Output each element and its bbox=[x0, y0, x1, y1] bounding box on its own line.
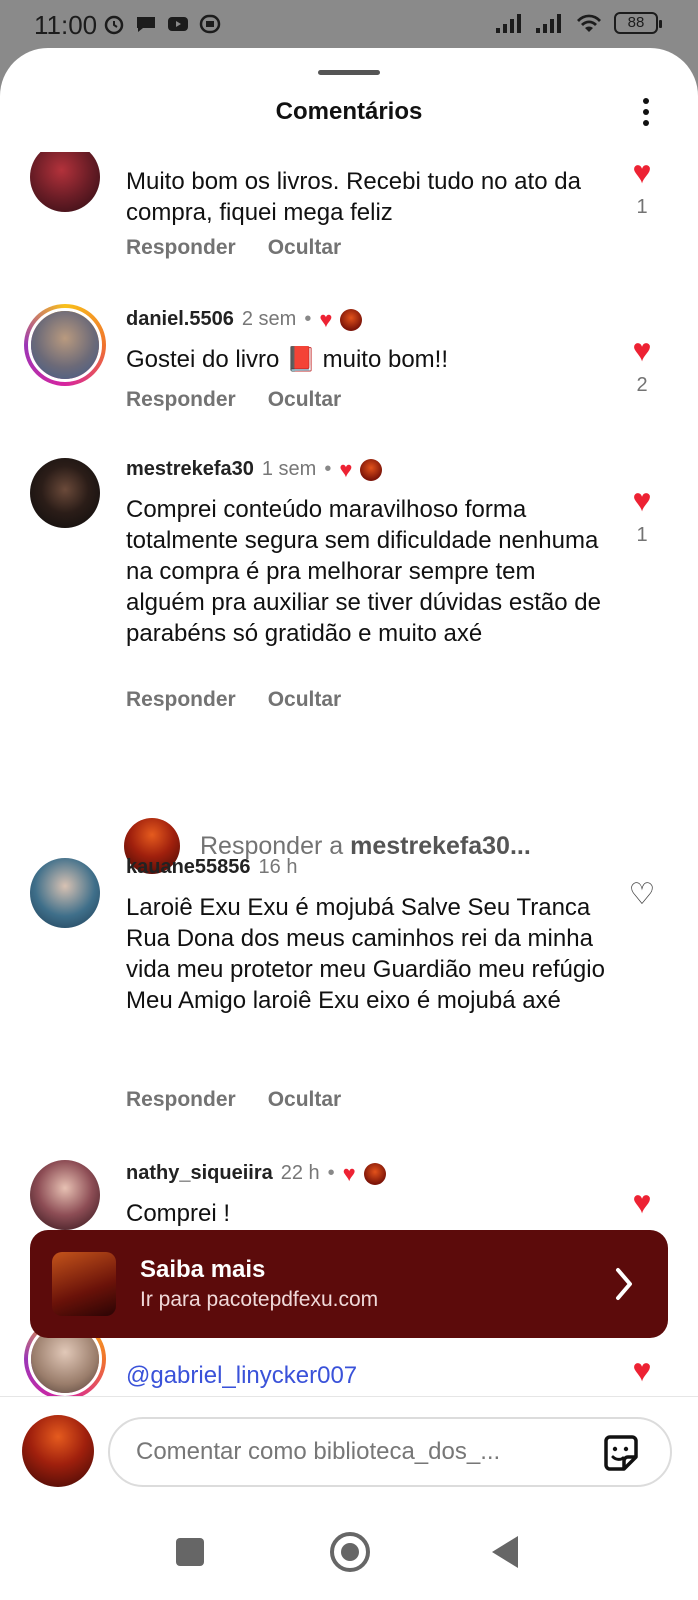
separator-dot: • bbox=[324, 458, 332, 480]
comment-username[interactable]: kauane55856 bbox=[126, 856, 251, 879]
comment-composer: Comentar como biblioteca_dos_... bbox=[0, 1396, 698, 1506]
circle-icon[interactable] bbox=[330, 1532, 370, 1572]
status-bar: 11:00 88 bbox=[0, 0, 698, 48]
comment-input[interactable]: Comentar como biblioteca_dos_... bbox=[108, 1417, 672, 1487]
banner-title: Saiba mais bbox=[140, 1256, 266, 1283]
comment-text: @gabriel_linycker007 bbox=[126, 1360, 606, 1391]
comment-meta: daniel.5506 2 sem • ♥ bbox=[126, 306, 363, 332]
signal-icon bbox=[496, 14, 521, 33]
heart-filled-icon[interactable]: ♥ bbox=[624, 1186, 660, 1218]
creator-like-heart-icon: ♥ bbox=[339, 456, 353, 482]
heart-filled-icon[interactable]: ♥ bbox=[624, 156, 660, 188]
heart-outline-icon[interactable]: ♡ bbox=[624, 880, 660, 910]
comment-text: Gostei do livro 📕 muito bom!! bbox=[126, 346, 448, 373]
hide-button[interactable]: Ocultar bbox=[268, 688, 342, 712]
avatar[interactable] bbox=[30, 152, 100, 212]
like-count: 2 bbox=[636, 374, 648, 396]
separator-dot: • bbox=[304, 308, 312, 330]
reply-button[interactable]: Responder bbox=[126, 388, 236, 412]
separator-dot: • bbox=[327, 1162, 335, 1184]
youtube-icon bbox=[168, 17, 188, 31]
comment-time: 22 h bbox=[280, 1162, 320, 1184]
avatar[interactable] bbox=[30, 458, 100, 528]
comment-actions: Responder Ocultar bbox=[126, 236, 341, 260]
creator-avatar bbox=[363, 1162, 386, 1185]
comment-text: Comprei conteúdo maravilhoso forma total… bbox=[126, 496, 601, 647]
comment-text: Laroiê Exu Exu é mojubá Salve Seu Tranca… bbox=[126, 894, 605, 1014]
heart-filled-icon[interactable]: ♥ bbox=[624, 484, 660, 516]
comment-meta: kauane55856 16 h bbox=[126, 856, 297, 879]
dot-icon bbox=[643, 98, 649, 104]
creator-like-heart-icon: ♥ bbox=[342, 1160, 356, 1186]
avatar[interactable] bbox=[30, 858, 100, 928]
reply-button[interactable]: Responder bbox=[126, 236, 236, 260]
like-control[interactable]: ♥ 2 bbox=[624, 334, 660, 397]
comment-actions: Responder Ocultar bbox=[126, 1088, 341, 1112]
square-icon[interactable] bbox=[176, 1538, 204, 1566]
creator-avatar bbox=[340, 308, 363, 331]
avatar[interactable] bbox=[30, 1160, 100, 1230]
reply-username: mestrekefa30... bbox=[350, 831, 531, 860]
sticker-icon[interactable] bbox=[600, 1433, 642, 1475]
banner-thumbnail bbox=[52, 1252, 116, 1316]
system-icons: 88 bbox=[494, 12, 662, 34]
comment-username[interactable]: nathy_siqueiira bbox=[126, 1162, 273, 1185]
chevron-right-icon[interactable] bbox=[614, 1264, 636, 1304]
triangle-back-icon[interactable] bbox=[492, 1536, 518, 1568]
comment-actions: Responder Ocultar bbox=[126, 688, 341, 712]
like-control[interactable]: ♡ bbox=[624, 880, 660, 910]
comment-time: 16 h bbox=[258, 856, 298, 878]
comment-text: Muito bom os livros. Recebi tudo no ato … bbox=[126, 168, 581, 226]
like-control[interactable]: ♥ 1 bbox=[624, 156, 660, 219]
chat-bubble-icon bbox=[137, 17, 155, 32]
reply-button[interactable]: Responder bbox=[126, 1088, 236, 1112]
hide-button[interactable]: Ocultar bbox=[268, 236, 342, 260]
sheet-title: Comentários bbox=[275, 98, 423, 125]
media-icon bbox=[199, 14, 221, 34]
like-control[interactable]: ♥ 1 bbox=[624, 484, 660, 547]
comment-meta: mestrekefa30 1 sem • ♥ bbox=[126, 456, 383, 482]
comment-username[interactable]: daniel.5506 bbox=[126, 308, 234, 331]
creator-avatar bbox=[360, 458, 383, 481]
learn-more-banner[interactable]: Saiba mais Ir para pacotepdfexu.com bbox=[30, 1230, 668, 1338]
comment-time: 2 sem bbox=[241, 308, 297, 330]
like-control[interactable]: ♥ bbox=[624, 1354, 660, 1386]
heart-filled-icon[interactable]: ♥ bbox=[624, 334, 660, 366]
comment-username[interactable]: mestrekefa30 bbox=[126, 458, 254, 481]
status-time: 11:00 bbox=[34, 10, 98, 40]
comment-meta: nathy_siqueiira 22 h • ♥ bbox=[126, 1162, 386, 1185]
more-options-button[interactable] bbox=[634, 94, 658, 130]
drag-handle[interactable] bbox=[318, 70, 380, 75]
banner-subtitle: Ir para pacotepdfexu.com bbox=[140, 1288, 379, 1311]
comment-actions: Responder Ocultar bbox=[126, 388, 341, 412]
heart-filled-icon[interactable]: ♥ bbox=[624, 1354, 660, 1386]
hide-button[interactable]: Ocultar bbox=[268, 388, 342, 412]
reply-button[interactable]: Responder bbox=[126, 688, 236, 712]
system-navigation-bar bbox=[0, 1506, 698, 1600]
like-count: 1 bbox=[636, 524, 648, 546]
hide-button[interactable]: Ocultar bbox=[268, 1088, 342, 1112]
signal-icon-2 bbox=[536, 14, 561, 33]
like-control[interactable]: ♥ bbox=[624, 1186, 660, 1218]
comment-list[interactable]: ♥ Muito bom os livros. Recebi tudo no at… bbox=[0, 152, 698, 1414]
comment-text: Comprei ! bbox=[126, 1200, 231, 1227]
creator-like-heart-icon: ♥ bbox=[319, 306, 333, 332]
alarm-icon bbox=[104, 15, 124, 35]
dot-icon bbox=[643, 109, 649, 115]
battery-icon: 88 bbox=[614, 12, 662, 34]
comment-time: 1 sem bbox=[261, 458, 317, 480]
mention-link[interactable]: @gabriel_linycker007 bbox=[126, 1362, 357, 1389]
like-count: 1 bbox=[636, 196, 648, 218]
comments-sheet: Comentários ♥ Muito bom os livros. Receb… bbox=[0, 48, 698, 1600]
avatar-story-ring[interactable] bbox=[24, 304, 106, 386]
my-avatar bbox=[22, 1415, 94, 1487]
notification-icons bbox=[102, 12, 222, 36]
wifi-icon bbox=[577, 14, 601, 33]
dot-icon bbox=[643, 120, 649, 126]
